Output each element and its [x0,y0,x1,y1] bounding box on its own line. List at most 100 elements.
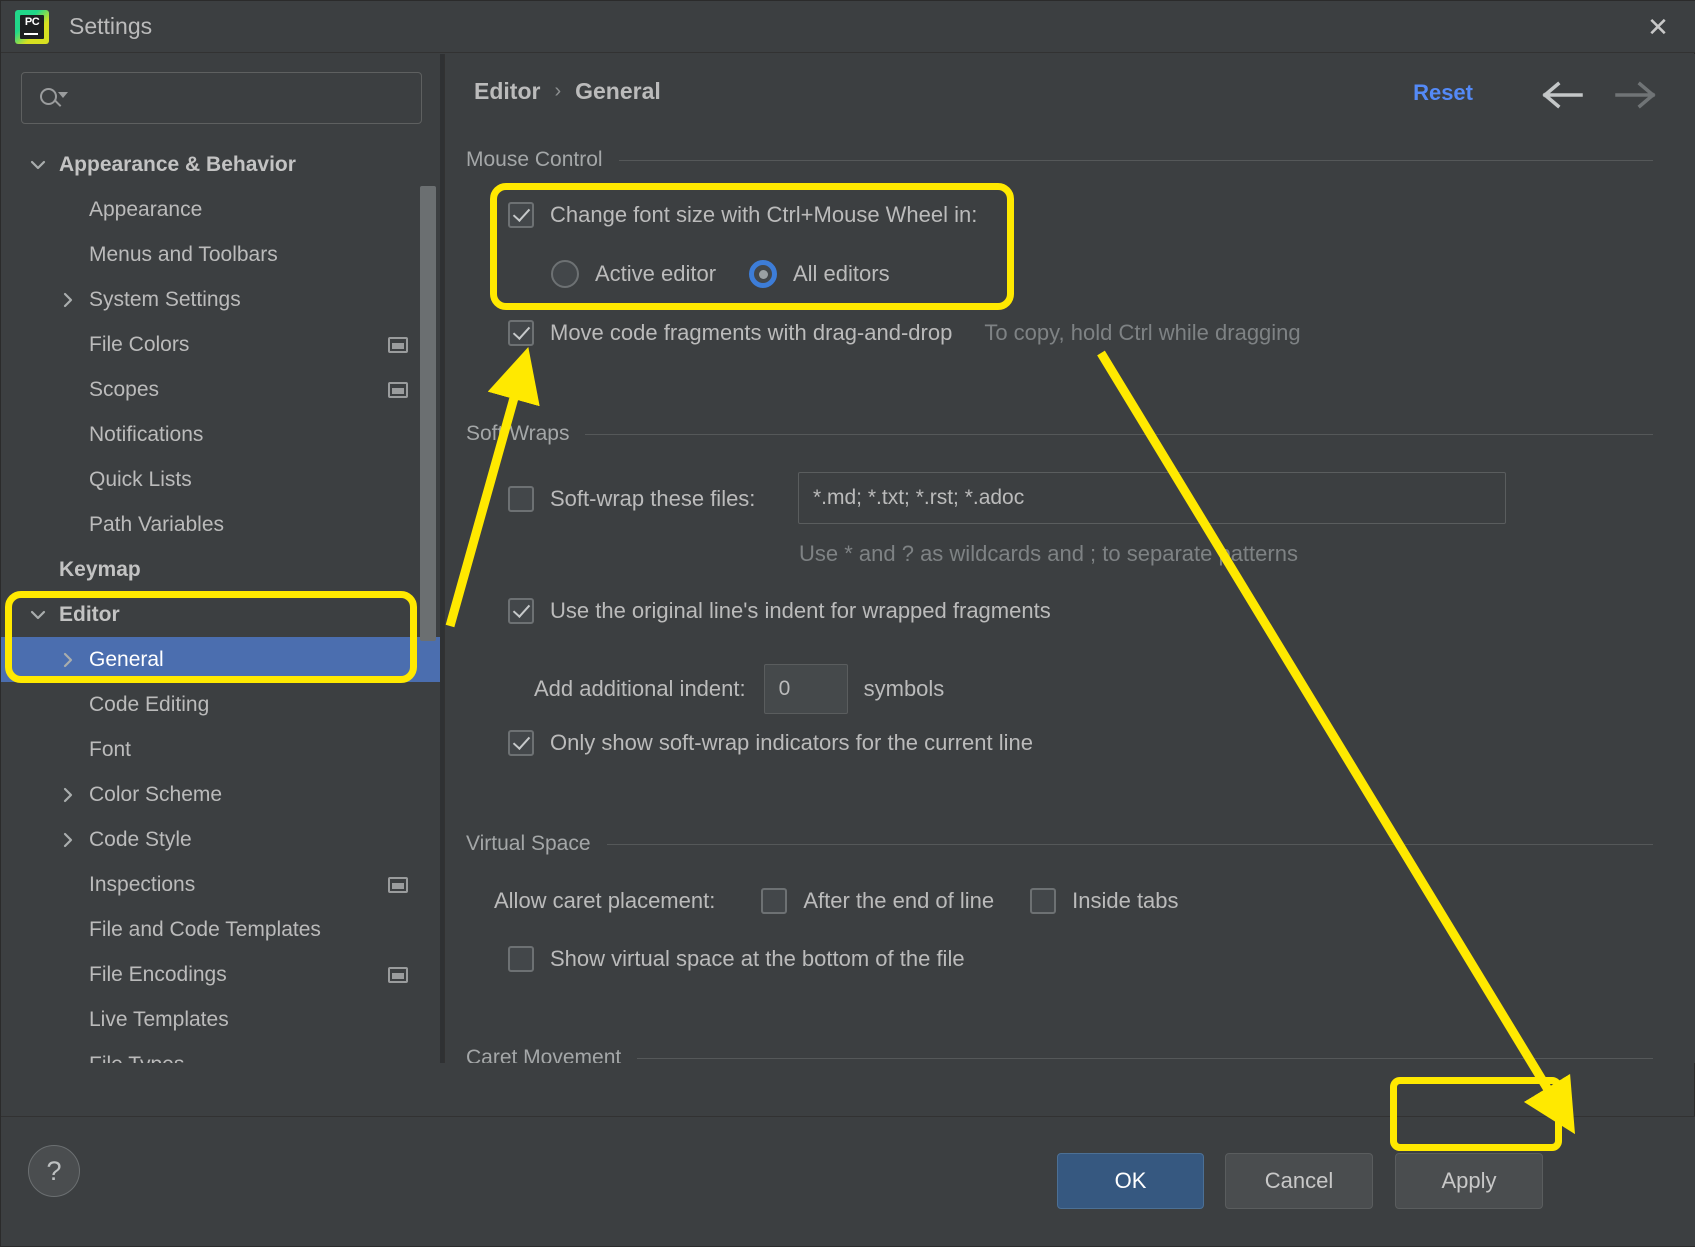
section-title: Virtual Space [466,832,591,855]
chevron-right-icon[interactable] [57,289,79,311]
sidebar-item-label: Quick Lists [89,467,192,491]
section-rule [606,843,1653,845]
search-box[interactable] [21,72,422,124]
sidebar-item-scopes[interactable]: Scopes [1,367,444,412]
sidebar-item-label: Color Scheme [89,782,223,806]
additional-indent-row: Add additional indent: symbols [534,664,944,714]
sidebar-item-file-encodings[interactable]: File Encodings [1,952,444,997]
sidebar-item-label: File Colors [89,332,190,356]
search-input[interactable] [68,87,421,109]
sidebar-item-code-style[interactable]: Code Style [1,817,444,862]
caret-placement-label: Allow caret placement: [494,888,716,913]
sidebar-item-code-editing[interactable]: Code Editing [1,682,444,727]
original-indent-checkbox[interactable] [508,598,534,624]
sidebar-item-system-settings[interactable]: System Settings [1,277,444,322]
search-area [1,54,444,124]
section-title: Caret Movement [466,1046,622,1063]
sidebar-item-file-and-code-templates[interactable]: File and Code Templates [1,907,444,952]
sidebar-item-label: Code Style [89,827,192,851]
chevron-down-icon[interactable] [27,154,49,176]
sidebar-item-appearance[interactable]: Appearance [1,187,444,232]
sidebar-scrollbar-thumb[interactable] [420,186,436,641]
section-soft-wraps: Soft Wraps [446,422,1695,446]
close-icon[interactable]: ✕ [1638,9,1678,45]
sidebar-item-path-variables[interactable]: Path Variables [1,502,444,547]
additional-indent-label: Add additional indent: [534,676,746,701]
breadcrumb-separator-icon: › [554,80,562,102]
help-button[interactable]: ? [28,1145,80,1197]
settings-sidebar: Appearance & Behavior Appearance Menus and… [1,54,445,1063]
title-bar: PC Settings ✕ [1,1,1695,53]
sidebar-item-file-types[interactable]: File Types [1,1042,444,1064]
sidebar-item-font[interactable]: Font [1,727,444,772]
sidebar-item-label: Font [89,737,132,761]
sidebar-item-live-templates[interactable]: Live Templates [1,997,444,1042]
section-title: Soft Wraps [466,422,570,445]
cancel-button[interactable]: Cancel [1225,1153,1373,1209]
sidebar-item-notifications[interactable]: Notifications [1,412,444,457]
soft-wrap-files-input[interactable] [798,472,1506,524]
sidebar-item-label: File Encodings [89,962,227,986]
mouse-control-option-highlight [490,183,1014,310]
drag-drop-label: Move code fragments with drag-and-drop [550,320,953,345]
project-level-icon [388,876,408,893]
project-level-icon [388,381,408,398]
inside-tabs-label: Inside tabs [1072,888,1179,913]
additional-indent-input[interactable] [763,664,848,714]
only-current-line-checkbox[interactable] [508,730,534,756]
section-rule [637,1057,1653,1059]
settings-dialog: PC Settings ✕ Appearance & Behavior Appea… [0,0,1695,1247]
sidebar-item-label: Appearance [89,197,203,221]
section-caret-movement: Caret Movement [446,1046,1695,1063]
section-rule [618,159,1653,161]
sidebar-item-label: File Types [89,1053,184,1064]
after-end-of-line-checkbox[interactable] [761,888,788,914]
apply-button[interactable]: Apply [1395,1153,1543,1209]
inside-tabs-checkbox[interactable] [1030,888,1057,914]
chevron-right-icon[interactable] [57,784,79,806]
ok-button[interactable]: OK [1057,1153,1204,1209]
show-virtual-space-checkbox[interactable] [508,946,534,972]
only-current-line-label: Only show soft-wrap indicators for the c… [550,730,1033,755]
breadcrumb: Editor › General [474,78,661,105]
after-end-of-line-label: After the end of line [803,888,995,913]
section-header: Mouse Control [446,148,1695,172]
drag-drop-checkbox[interactable] [508,320,534,346]
sidebar-item-color-scheme[interactable]: Color Scheme [1,772,444,817]
sidebar-item-keymap[interactable]: Keymap [1,547,444,592]
sidebar-item-inspections[interactable]: Inspections [1,862,444,907]
sidebar-item-label: Path Variables [89,512,225,536]
sidebar-item-label: System Settings [89,287,241,311]
arrow-right-icon [1611,78,1657,112]
sidebar-item-label: Appearance & Behavior [59,152,296,176]
section-header: Caret Movement [446,1046,1695,1063]
additional-indent-unit: symbols [863,676,945,701]
section-title: Mouse Control [466,148,603,171]
wildcard-hint: Use * and ? as wildcards and ; to separa… [799,541,1298,566]
chevron-right-icon[interactable] [57,829,79,851]
sidebar-item-label: Scopes [89,377,160,401]
sidebar-item-quick-lists[interactable]: Quick Lists [1,457,444,502]
soft-wrap-files-checkbox[interactable] [508,486,534,512]
pycharm-logo-icon: PC [15,9,49,44]
breadcrumb-current: General [575,78,661,104]
soft-wrap-files-row: Soft-wrap these files: [508,486,755,512]
caret-placement-row: Allow caret placement: After the end of … [494,888,1179,914]
sidebar-item-label: Keymap [59,557,141,581]
breadcrumb-parent[interactable]: Editor [474,78,540,105]
section-rule [585,433,1653,435]
apply-button-highlight [1390,1077,1562,1151]
sidebar-item-label: Notifications [89,422,204,446]
project-level-icon [388,966,408,983]
show-virtual-space-row: Show virtual space at the bottom of the … [508,946,965,972]
window-title: Settings [69,13,153,39]
reset-link[interactable]: Reset [1413,80,1473,106]
arrow-left-icon[interactable] [1541,78,1587,112]
sidebar-scroll-track [440,54,444,1063]
sidebar-item-file-colors[interactable]: File Colors [1,322,444,367]
sidebar-item-menus-and-toolbars[interactable]: Menus and Toolbars [1,232,444,277]
sidebar-item-appearance-behavior[interactable]: Appearance & Behavior [1,142,444,187]
original-indent-label: Use the original line's indent for wrapp… [550,598,1051,623]
section-mouse-control: Mouse Control [446,148,1695,172]
section-virtual-space: Virtual Space [446,832,1695,856]
